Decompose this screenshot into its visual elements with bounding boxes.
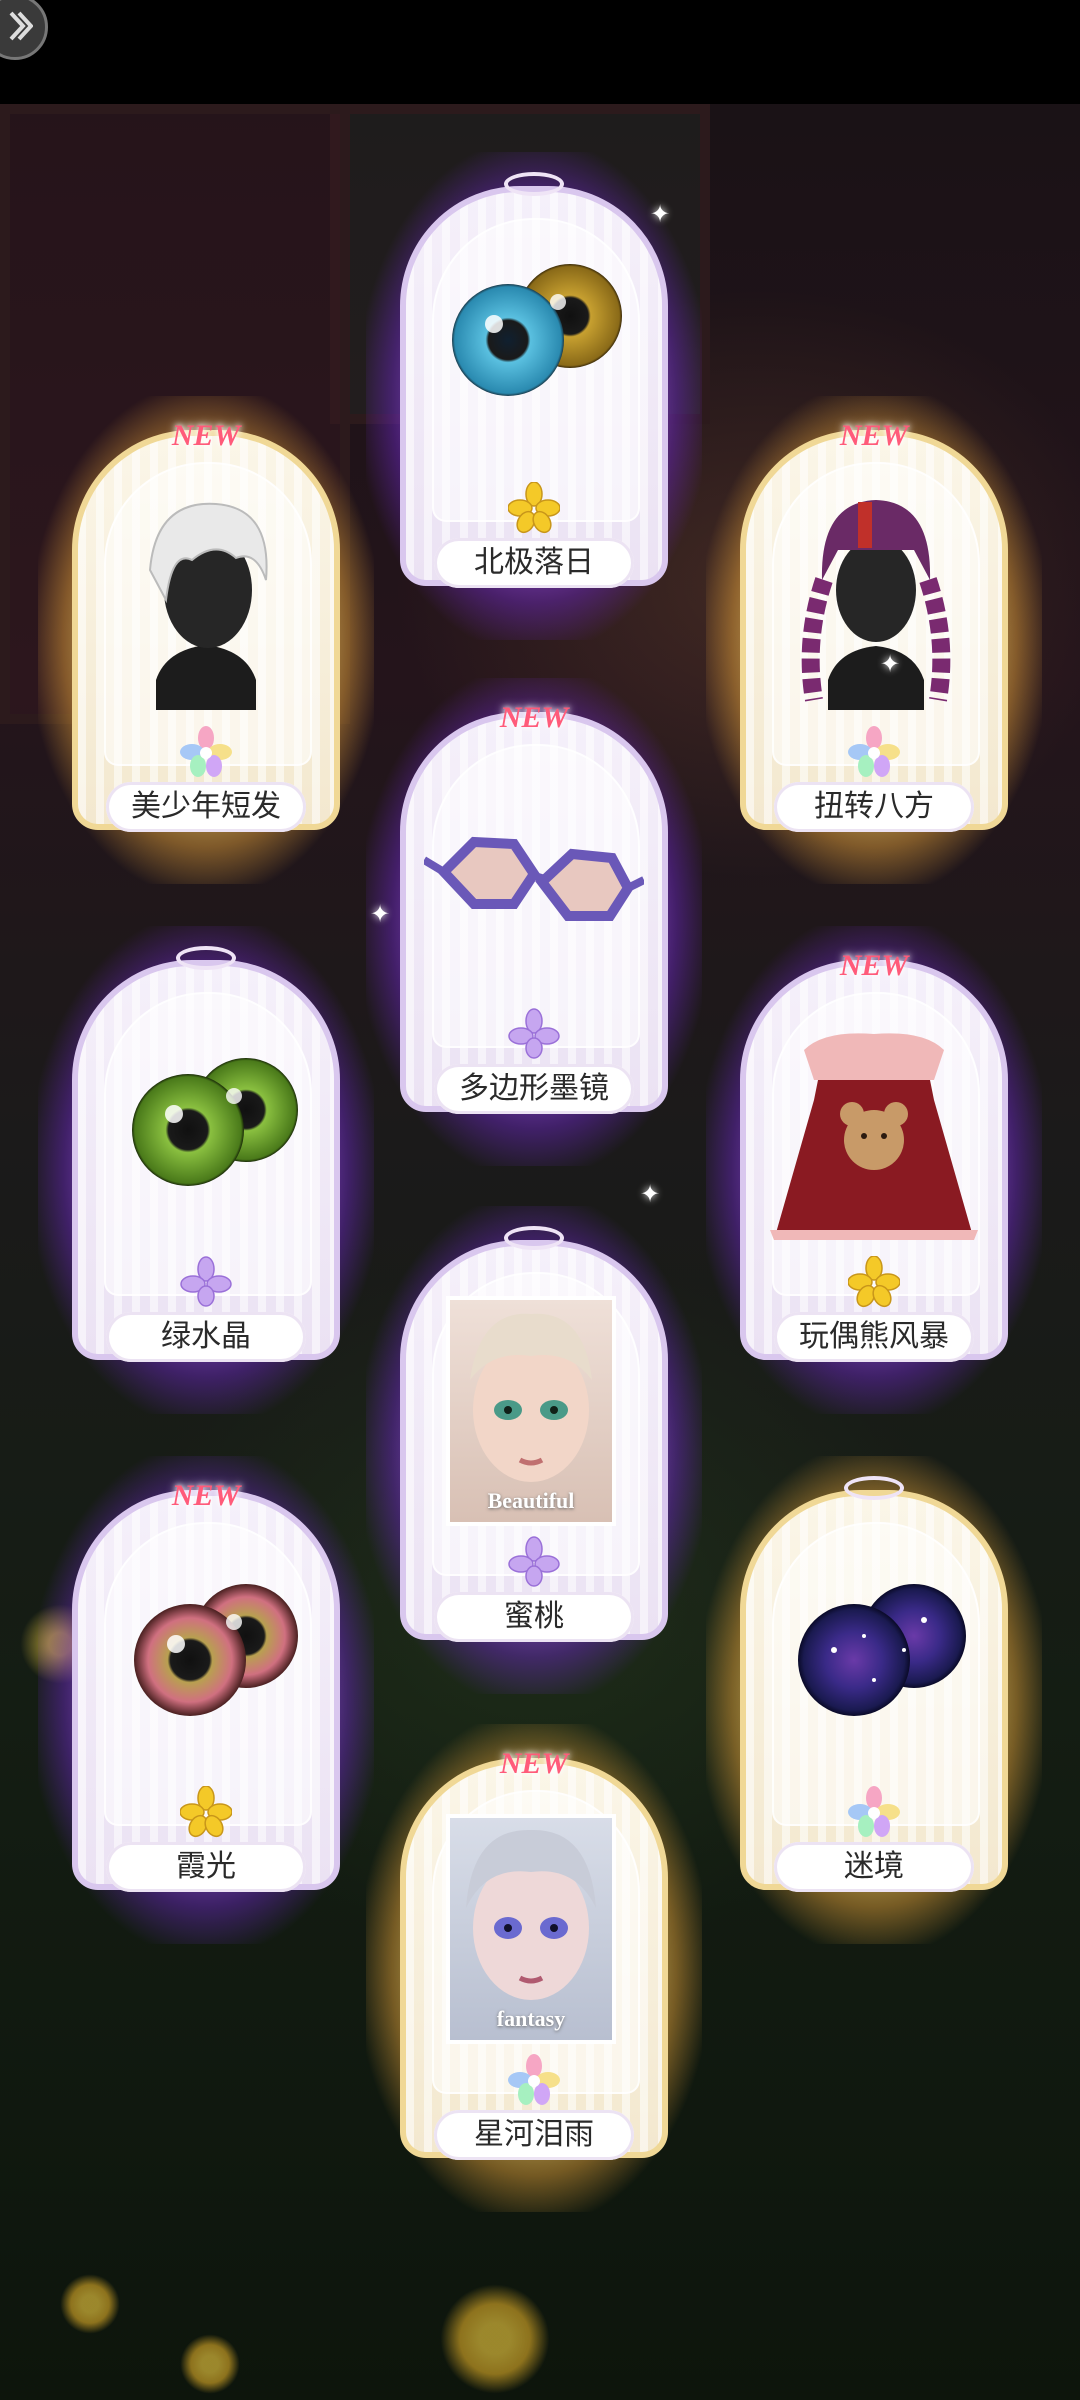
rainbow-flower-icon: [848, 726, 900, 777]
reward-card[interactable]: 迷境: [706, 1456, 1042, 1944]
reward-card[interactable]: 绿水晶: [38, 926, 374, 1414]
rainbow-flower-icon: [508, 2054, 560, 2105]
item-name: 美少年短发: [106, 782, 306, 832]
reward-card[interactable]: NEW 扭转八方: [706, 396, 1042, 884]
item-name: 迷境: [774, 1842, 974, 1892]
item-name: 绿水晶: [106, 1312, 306, 1362]
sparkle-icon: ✦: [640, 1181, 661, 1208]
item-name: 星河泪雨: [434, 2110, 634, 2160]
bow-ornament: [176, 946, 236, 970]
reward-card[interactable]: Beautiful 蜜桃: [366, 1206, 702, 1694]
white-short-hair-item: [148, 502, 268, 710]
new-badge: NEW: [839, 419, 909, 452]
reward-card[interactable]: 北极落日: [366, 152, 702, 640]
gold-flower-icon: [508, 482, 560, 534]
item-name: 霞光: [106, 1842, 306, 1892]
portrait-peach-item: Beautiful: [446, 1296, 616, 1526]
portrait-caption: Beautiful: [487, 1488, 575, 1513]
bow-ornament: [504, 172, 564, 196]
new-badge: NEW: [171, 1479, 241, 1512]
sparkle-icon: ✦: [650, 201, 671, 228]
reward-card[interactable]: NEW fantasy 星河泪雨: [366, 1724, 702, 2212]
ground-flower: [60, 2274, 120, 2334]
ground-flower: [440, 2284, 550, 2394]
eyes-green-item: [132, 1058, 298, 1186]
purple-flower-icon: [180, 1256, 232, 1307]
purple-flower-icon: [508, 1536, 560, 1587]
portrait-caption: fantasy: [496, 2006, 566, 2031]
eyes-pink-brown-item: [134, 1584, 298, 1716]
item-name: 蜜桃: [434, 1592, 634, 1642]
teddy-bear-dress-item: [770, 1033, 978, 1240]
item-name: 多边形墨镜: [434, 1064, 634, 1114]
new-badge: NEW: [499, 701, 569, 734]
new-badge: NEW: [839, 949, 909, 982]
double-chevron-icon: [9, 11, 33, 41]
portrait-fantasy-item: fantasy: [446, 1814, 616, 2044]
bow-ornament: [844, 1476, 904, 1500]
gold-flower-icon: [848, 1256, 900, 1308]
purple-braided-hair-item: [801, 500, 951, 710]
top-bar: [0, 0, 1080, 104]
ground-flower: [180, 2334, 240, 2394]
reward-card[interactable]: NEW 玩偶熊风暴: [706, 926, 1042, 1414]
gold-flower-icon: [180, 1786, 232, 1838]
polygon-sunglasses-item: [424, 836, 644, 921]
item-name: 北极落日: [434, 538, 634, 588]
item-name: 玩偶熊风暴: [774, 1312, 974, 1362]
new-badge: NEW: [171, 419, 241, 452]
sparkle-icon: ✦: [880, 651, 901, 678]
sparkle-icon: ✦: [370, 901, 391, 928]
new-badge: NEW: [499, 1747, 569, 1780]
reward-card[interactable]: NEW 美少年短发: [38, 396, 374, 884]
reward-card[interactable]: NEW 霞光: [38, 1456, 374, 1944]
eyes-galaxy-item: [798, 1584, 966, 1716]
eyes-blue-amber-item: [452, 264, 622, 396]
item-name: 扭转八方: [774, 782, 974, 832]
purple-flower-icon: [508, 1008, 560, 1059]
reward-card[interactable]: NEW 多边形墨镜: [366, 678, 702, 1166]
rainbow-flower-icon: [180, 726, 232, 777]
bow-ornament: [504, 1226, 564, 1250]
rainbow-flower-icon: [848, 1786, 900, 1837]
skip-button[interactable]: [0, 0, 48, 60]
